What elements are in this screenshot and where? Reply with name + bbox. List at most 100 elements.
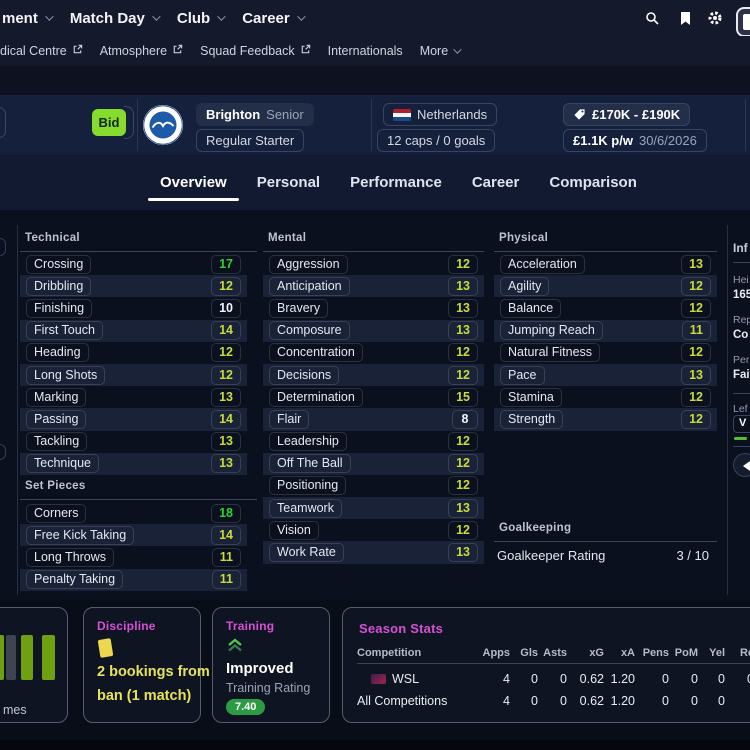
attribute-row[interactable]: Long Shots12: [20, 364, 247, 386]
bookmark-icon[interactable]: [672, 5, 698, 31]
attribute-row[interactable]: Flair8: [263, 408, 484, 430]
search-icon[interactable]: [639, 5, 665, 31]
attribute-row[interactable]: Free Kick Taking14: [20, 524, 247, 546]
attribute-row[interactable]: Passing14: [20, 408, 247, 430]
bid-button[interactable]: Bid: [92, 109, 126, 136]
attribute-value: 12: [448, 255, 478, 274]
subnav-item-internationals[interactable]: Internationals: [328, 44, 403, 58]
attribute-row[interactable]: Aggression12: [263, 253, 484, 275]
attribute-value: 15: [448, 388, 478, 407]
left-foot-label-fragment: Lef: [733, 403, 748, 415]
stats-row-wsl[interactable]: WSL4000.621.200000: [357, 668, 750, 690]
nav-item-match-day[interactable]: Match Day: [70, 10, 158, 27]
attribute-label: Anticipation: [269, 277, 350, 296]
chevron-down-icon: [453, 45, 461, 53]
attribute-value: 13: [211, 454, 241, 473]
goalkeeper-rating-row[interactable]: Goalkeeper Rating 3 / 10: [497, 548, 709, 563]
attribute-row[interactable]: Stamina12: [494, 386, 717, 408]
attribute-label: Vision: [269, 521, 319, 540]
club-squad-chip[interactable]: Brighton Senior: [196, 103, 314, 126]
stat-value: 0.62: [567, 694, 604, 708]
tab-personal[interactable]: Personal: [245, 155, 332, 210]
attribute-row[interactable]: Jumping Reach11: [494, 320, 717, 342]
tab-performance[interactable]: Performance: [338, 155, 454, 210]
profile-button-partial[interactable]: [736, 7, 750, 37]
tab-label: Performance: [350, 174, 442, 191]
attribute-value: 12: [211, 277, 241, 296]
attribute-row[interactable]: Bravery 13: [263, 297, 484, 319]
tab-career[interactable]: Career: [460, 155, 532, 210]
attribute-row[interactable]: Corners18: [20, 502, 247, 524]
nav-item-career[interactable]: Career: [242, 10, 303, 27]
attribute-row[interactable]: Natural Fitness12: [494, 342, 717, 364]
attribute-row[interactable]: Composure13: [263, 320, 484, 342]
attribute-row[interactable]: Heading12: [20, 342, 247, 364]
stat-value: 1.20: [604, 672, 635, 686]
attribute-row[interactable]: Anticipation 13: [263, 275, 484, 297]
divider: [17, 225, 18, 595]
playing-role-chip[interactable]: Regular Starter: [196, 129, 304, 152]
attribute-row[interactable]: Acceleration13: [494, 253, 717, 275]
attribute-row[interactable]: First Touch14: [20, 320, 247, 342]
attribute-row[interactable]: Tackling13: [20, 431, 247, 453]
stats-column-header: Pens: [635, 647, 669, 659]
subnav-item-dical-centre[interactable]: dical Centre: [0, 44, 83, 58]
discipline-card[interactable]: Discipline 2 bookings from ban (1 match): [83, 607, 201, 723]
discipline-text-line1: 2 bookings from: [97, 664, 210, 680]
attribute-row[interactable]: Work Rate13: [263, 541, 484, 563]
attribute-label: Strength: [500, 410, 563, 429]
attribute-label: Technique: [26, 454, 99, 473]
settings-gear-icon[interactable]: [702, 5, 728, 31]
attribute-row[interactable]: Strength12: [494, 408, 717, 430]
nationality-chip[interactable]: Netherlands: [383, 103, 497, 126]
stats-column-header: Competition: [357, 647, 477, 659]
competition-label: All Competitions: [357, 694, 447, 708]
goalkeeper-rating-value: 3 / 10: [676, 548, 709, 563]
set-pieces-rows: Corners18Free Kick Taking14Long Throws11…: [20, 502, 247, 591]
attribute-row[interactable]: Off The Ball12: [263, 453, 484, 475]
attribute-row[interactable]: Determination15: [263, 386, 484, 408]
attribute-row[interactable]: Crossing17: [20, 253, 247, 275]
wage-contract-chip: £1.1K p/w 30/6/2026: [563, 129, 707, 152]
stats-row-all-competitions[interactable]: All Competitions4000.621.20000: [357, 690, 750, 712]
nav-item-ment[interactable]: ment: [2, 10, 51, 27]
attribute-label: Marking: [26, 388, 86, 407]
stat-value: 4: [477, 672, 510, 686]
attribute-row[interactable]: Decisions12: [263, 364, 484, 386]
attribute-row[interactable]: Vision12: [263, 519, 484, 541]
attribute-row[interactable]: Dribbling12: [20, 275, 247, 297]
transfer-value-chip[interactable]: £170K - £190K: [563, 103, 690, 126]
attribute-row[interactable]: Long Throws11: [20, 546, 247, 568]
stat-value: 0: [698, 694, 725, 708]
stats-column-header: Re: [725, 647, 750, 659]
attribute-row[interactable]: Leadership12: [263, 431, 484, 453]
attribute-row[interactable]: Finishing10: [20, 297, 247, 319]
attribute-row[interactable]: Positioning12: [263, 475, 484, 497]
nav-item-club[interactable]: Club: [177, 10, 223, 27]
training-card[interactable]: Training Improved Training Rating 7.40: [212, 607, 330, 723]
attribute-value: 10: [211, 299, 241, 318]
tab-comparison[interactable]: Comparison: [537, 155, 649, 210]
attribute-row[interactable]: Technique 13: [20, 453, 247, 475]
subnav-item-more[interactable]: More: [420, 44, 459, 58]
subnav-item-atmosphere[interactable]: Atmosphere: [100, 44, 183, 58]
info-field-label-fragment: Per: [733, 354, 750, 366]
competition-name: WSL: [357, 672, 477, 686]
attribute-label: Bravery: [269, 299, 328, 318]
tab-overview[interactable]: Overview: [148, 155, 239, 210]
chevron-down-icon: [152, 12, 160, 20]
sub-nav-items: dical Centre Atmosphere Squad Feedback Inte…: [0, 36, 459, 66]
attribute-value: 13: [448, 277, 478, 296]
attribute-row[interactable]: Balance12: [494, 297, 717, 319]
attribute-row[interactable]: Agility12: [494, 275, 717, 297]
info-field-value-fragment: 165: [733, 289, 750, 301]
collapse-panel-button[interactable]: [733, 453, 750, 477]
attribute-row[interactable]: Pace13: [494, 364, 717, 386]
attribute-value: 13: [448, 299, 478, 318]
attribute-row[interactable]: Penalty Taking11: [20, 569, 247, 591]
stats-column-header: PoM: [669, 647, 698, 659]
attribute-row[interactable]: Teamwork13: [263, 497, 484, 519]
attribute-row[interactable]: Concentration12: [263, 342, 484, 364]
attribute-row[interactable]: Marking13: [20, 386, 247, 408]
subnav-item-squad-feedback[interactable]: Squad Feedback: [200, 44, 311, 58]
